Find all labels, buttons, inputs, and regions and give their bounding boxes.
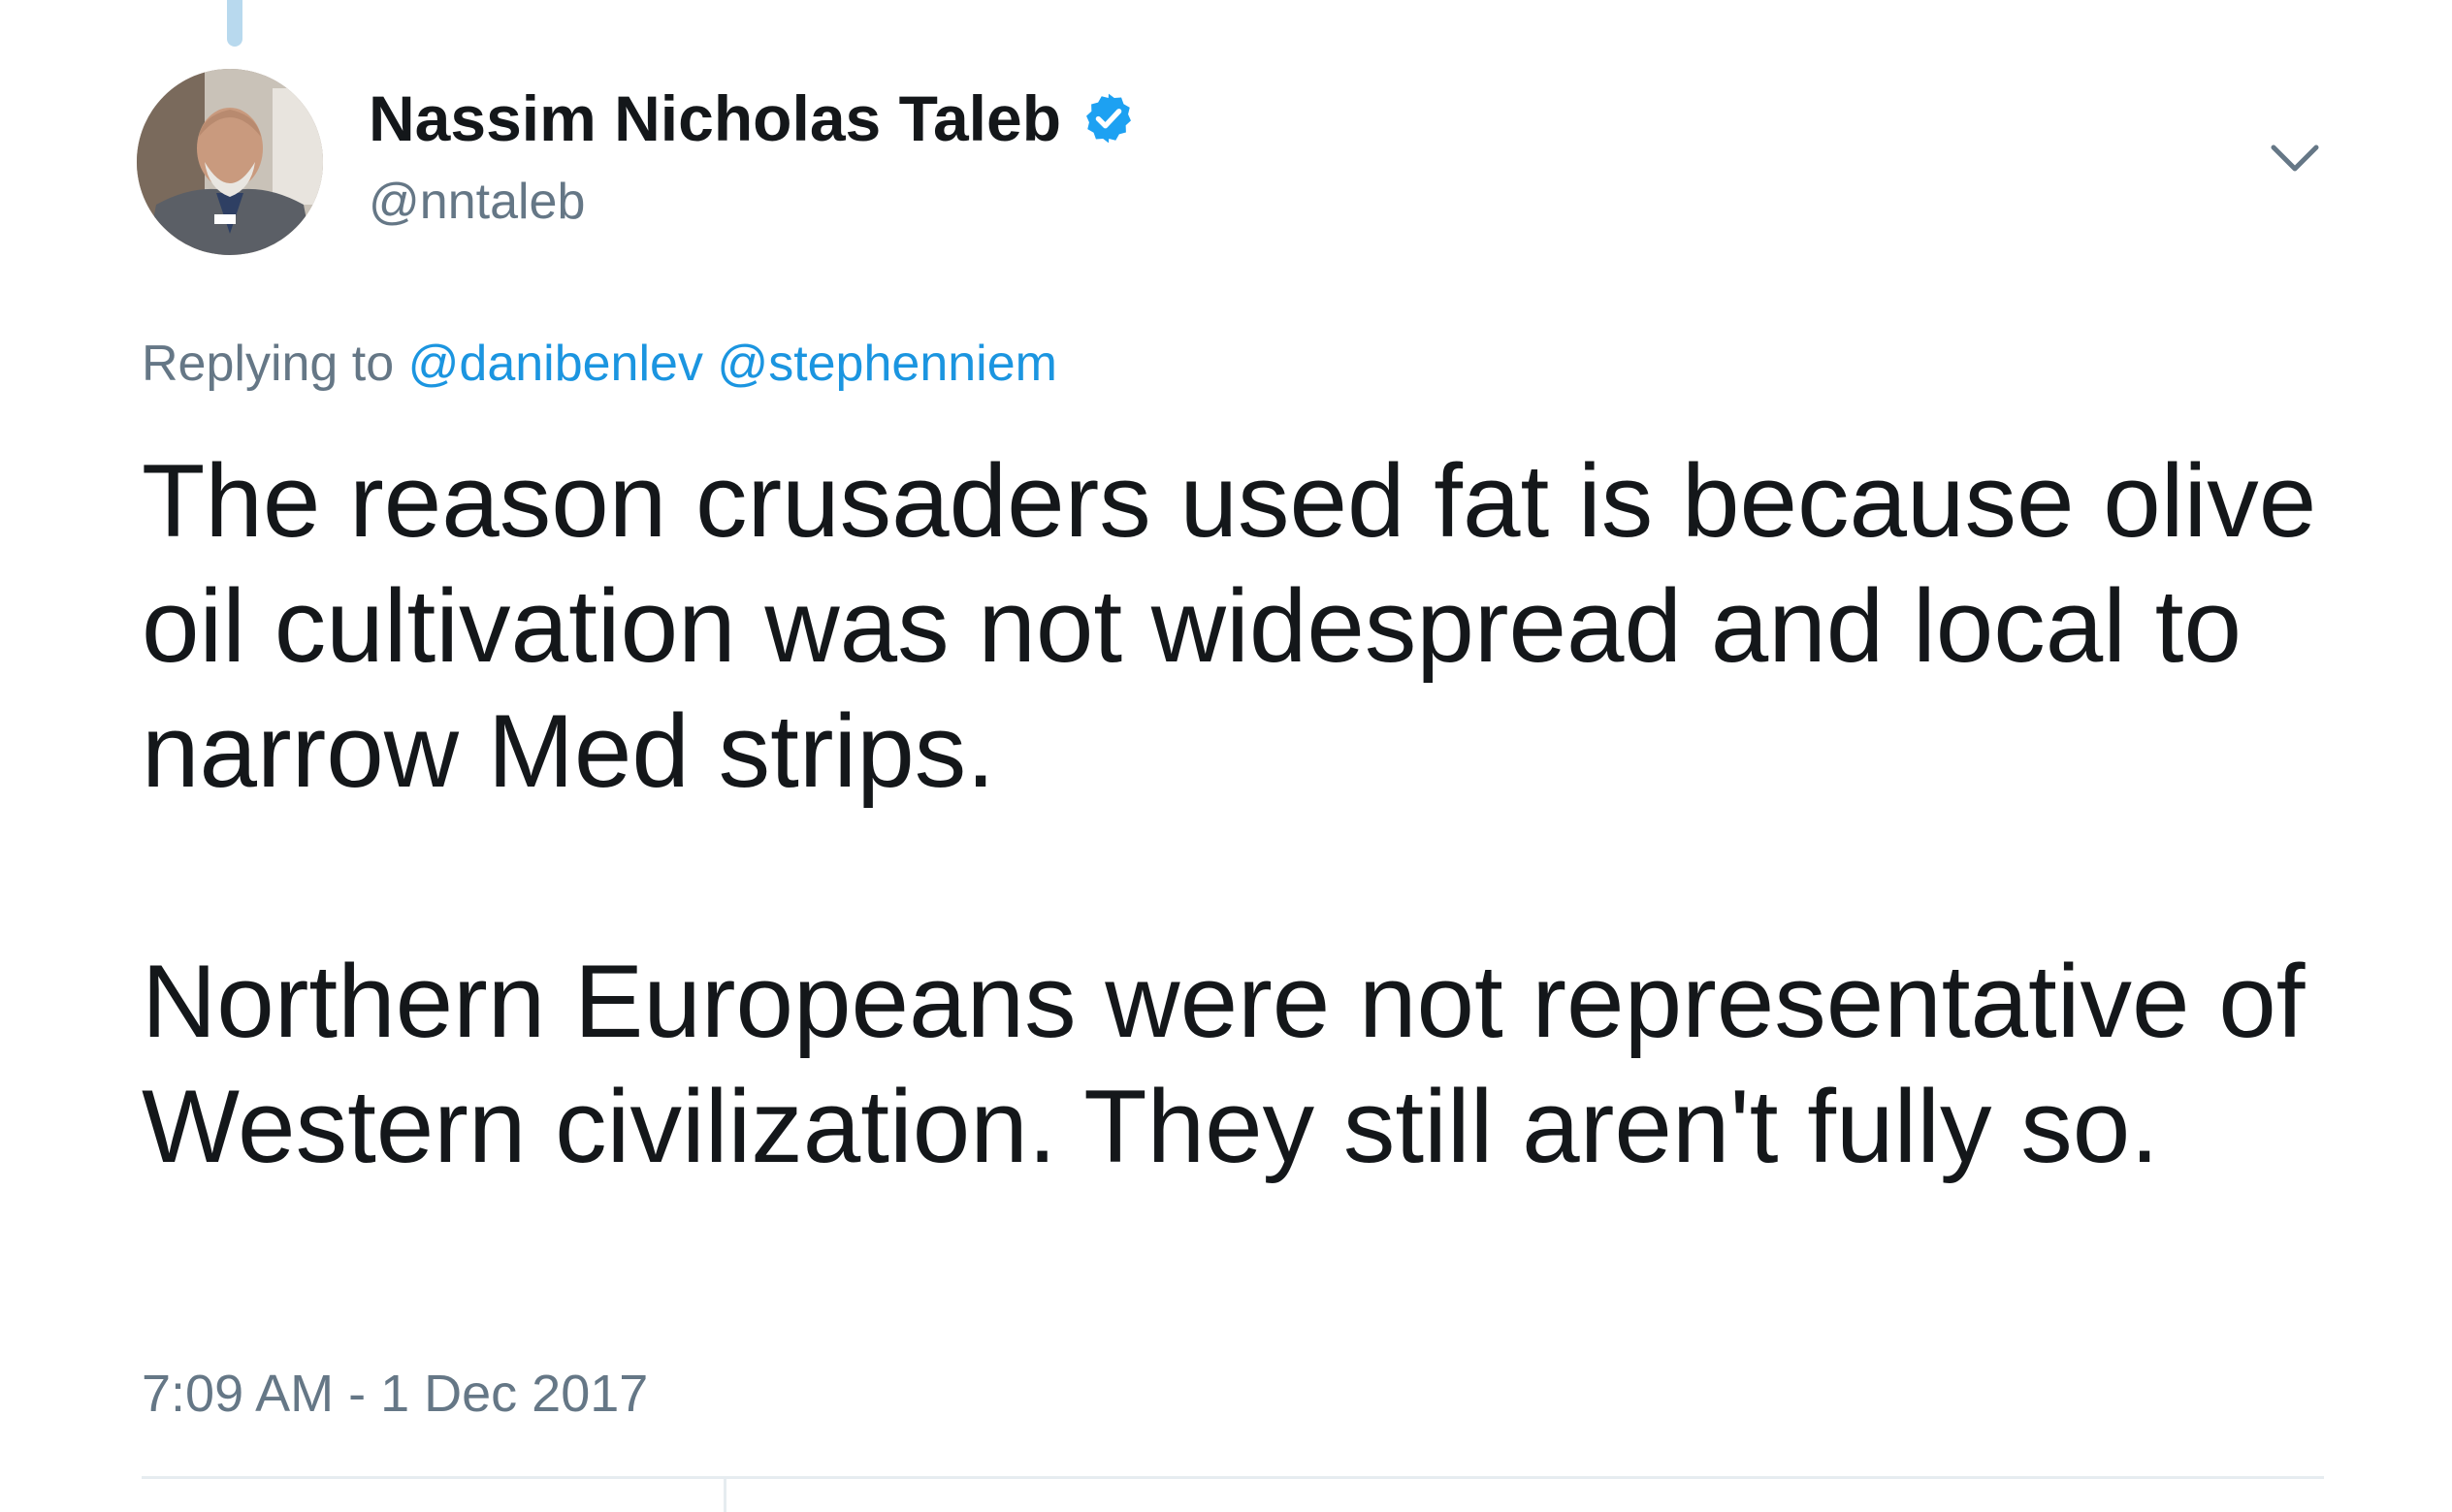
mention-link[interactable]: @stephenniem	[717, 336, 1057, 392]
mention-link[interactable]: @danibenlev	[408, 336, 703, 392]
thread-connector-line	[227, 0, 242, 47]
divider	[142, 1476, 2324, 1479]
tweet-paragraph: Northern Europeans were not representati…	[142, 943, 2306, 1184]
avatar[interactable]	[137, 69, 323, 255]
chevron-down-icon[interactable]	[2266, 136, 2324, 182]
tweet-text: The reason crusaders used fat is because…	[142, 438, 2372, 1189]
tweet-timestamp[interactable]: 7:09 AM - 1 Dec 2017	[142, 1364, 648, 1424]
author-name-row: Nassim Nicholas Taleb	[369, 76, 1137, 161]
verified-badge-icon	[1081, 90, 1137, 146]
avatar-photo	[137, 69, 323, 255]
author-display-name[interactable]: Nassim Nicholas Taleb	[369, 81, 1061, 155]
tweet-paragraph: The reason crusaders used fat is because…	[142, 442, 2317, 809]
divider	[724, 1478, 726, 1512]
author-handle[interactable]: @nntaleb	[369, 173, 585, 231]
replying-to: Replying to @danibenlev @stephenniem	[142, 335, 1057, 393]
replying-to-label: Replying to	[142, 336, 395, 392]
